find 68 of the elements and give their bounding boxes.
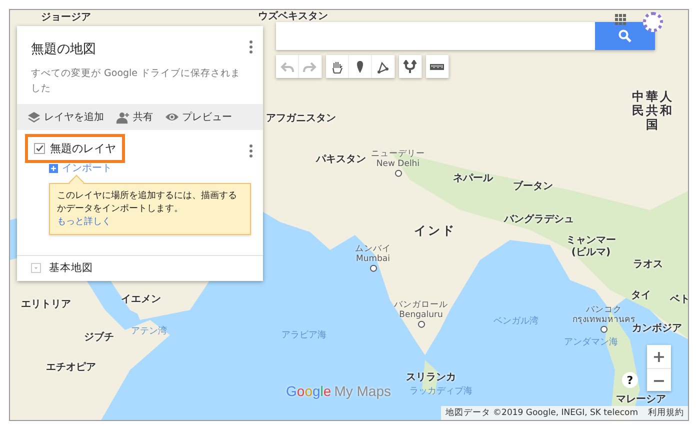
sea-label: ベンガル湾 [494, 315, 538, 328]
country-label: ジブチ [84, 330, 114, 344]
country-label: スリランカ [406, 371, 456, 384]
city-label: バンガロール [394, 300, 448, 310]
more-icon[interactable] [249, 144, 253, 158]
country-label: ネパール [453, 172, 493, 185]
layer-name[interactable]: 無題のレイヤ [25, 134, 125, 164]
country-label: ブータン [513, 180, 553, 193]
city-label: バンコク [586, 304, 622, 315]
search-field[interactable] [276, 22, 595, 50]
google-my-maps-logo: Google My Maps [286, 383, 391, 399]
city-label: Bengaluru [399, 310, 443, 320]
city-label: Mumbai [356, 254, 390, 264]
country-label: ジョージア [41, 11, 91, 24]
marker-tool-button[interactable] [349, 55, 372, 78]
attribution-text: 地図データ ©2019 Google, INEGI, SK telecom [445, 407, 638, 419]
city-label: ムンバイ [355, 244, 391, 254]
base-map-label[interactable]: 基本地図 [49, 261, 93, 276]
search-icon [618, 29, 632, 43]
country-label: 中華人民共和国 [631, 90, 675, 132]
hint-text: このレイヤに場所を追加するには、描画するかデータをインポートします。 [57, 191, 237, 214]
preview-button[interactable]: プレビュー [163, 110, 234, 124]
save-status: すべての変更が Google ドライブに保存されました [30, 67, 242, 96]
country-label: カンボジア [632, 323, 682, 335]
add-person-icon [116, 110, 130, 124]
sea-label: ラッカディブ海 [410, 385, 472, 398]
hand-icon [330, 60, 344, 74]
sea-label: アラビア海 [282, 329, 326, 342]
city-label: New Delhi [376, 159, 420, 170]
country-label: エチオピア [46, 360, 96, 374]
city-label: กรุงเทพมหานคร [572, 315, 636, 325]
redo-icon [303, 60, 317, 74]
map-title[interactable]: 無題の地図 [31, 40, 96, 58]
country-label: エリトリア [21, 298, 71, 311]
country-label: ラオス [633, 258, 663, 271]
share-button[interactable]: 共有 [114, 110, 155, 124]
island-drawing [422, 360, 438, 395]
learn-more-link[interactable]: もっと詳しく [57, 216, 111, 227]
line-icon [376, 60, 390, 74]
ruler-tool-button[interactable] [426, 55, 449, 78]
sea-label: アテン湾 [131, 325, 167, 338]
zoom-in-button[interactable]: + [647, 345, 671, 368]
country-label: パキスタン [316, 153, 366, 166]
country-label: バングラデシュ [504, 213, 574, 226]
country-label: インド [414, 222, 456, 240]
country-label: ウズベキスタン [258, 10, 328, 23]
directions-icon [403, 60, 417, 74]
layers-icon [27, 110, 41, 124]
country-label: ベト [670, 293, 688, 306]
country-label: ミャンマー (ビルマ) [565, 235, 617, 259]
country-label: アフガニスタン [266, 112, 336, 125]
sea-label: アンダマン海 [564, 336, 618, 348]
country-label: マレーシア [616, 393, 666, 406]
layer-checkbox[interactable] [34, 143, 45, 154]
line-tool-button[interactable] [372, 55, 395, 78]
more-icon[interactable] [249, 40, 253, 54]
search-button[interactable] [595, 22, 655, 50]
city-label: ニューデリー [371, 148, 425, 159]
import-icon [49, 164, 58, 173]
zoom-out-button[interactable]: − [647, 368, 671, 391]
apps-grid-icon[interactable] [615, 14, 627, 26]
hand-tool-button[interactable] [326, 55, 349, 78]
country-label: イエメン [121, 293, 161, 306]
undo-icon [280, 60, 294, 74]
add-layer-button[interactable]: レイヤを追加 [25, 110, 106, 124]
directions-tool-button[interactable] [399, 55, 422, 78]
country-label: タイ [631, 289, 651, 302]
terms-link[interactable]: 利用規約 [648, 407, 684, 419]
